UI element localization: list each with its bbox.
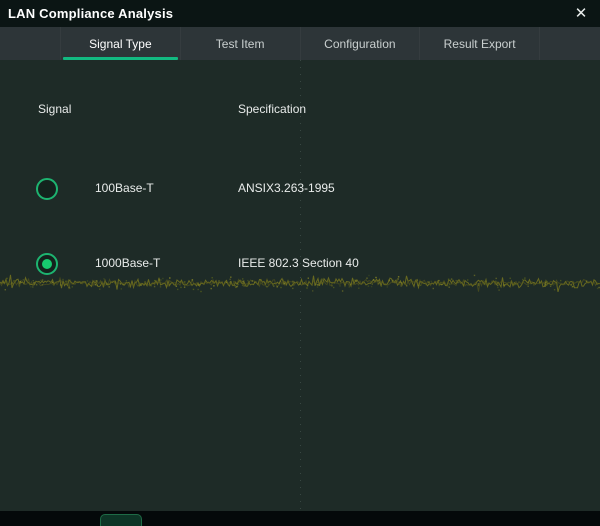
tabs-container: Signal Type Test Item Configuration Resu… — [60, 27, 540, 60]
signal-label: 100Base-T — [95, 181, 154, 195]
title-bar: LAN Compliance Analysis ✕ — [0, 0, 600, 27]
tab-signal-type[interactable]: Signal Type — [60, 27, 181, 60]
window-title: LAN Compliance Analysis — [8, 6, 173, 21]
column-header-signal: Signal — [38, 102, 71, 116]
tab-bar: Signal Type Test Item Configuration Resu… — [0, 27, 600, 60]
tab-configuration[interactable]: Configuration — [301, 27, 421, 60]
lan-compliance-dialog: LAN Compliance Analysis ✕ Signal Type Te… — [0, 0, 600, 526]
tab-signal-type-label: Signal Type — [89, 37, 152, 51]
specification-value: ANSIX3.263-1995 — [238, 181, 335, 195]
background-ui-fragment — [100, 514, 142, 526]
signal-row-100base-t[interactable]: 100Base-T ANSIX3.263-1995 — [0, 178, 600, 202]
radio-100base-t[interactable] — [36, 178, 58, 200]
specification-value: IEEE 802.3 Section 40 — [238, 256, 359, 270]
signal-row-1000base-t[interactable]: 1000Base-T IEEE 802.3 Section 40 — [0, 253, 600, 277]
tab-test-item[interactable]: Test Item — [181, 27, 301, 60]
signal-label: 1000Base-T — [95, 256, 160, 270]
radio-1000base-t[interactable] — [36, 253, 58, 275]
signal-type-panel: Signal Specification 100Base-T ANSIX3.26… — [0, 60, 600, 510]
tab-configuration-label: Configuration — [324, 37, 395, 51]
bottom-bar — [0, 511, 600, 526]
active-tab-underline — [63, 57, 178, 60]
column-header-specification: Specification — [238, 102, 306, 116]
close-icon[interactable]: ✕ — [570, 3, 592, 25]
tab-result-export-label: Result Export — [444, 37, 516, 51]
tab-test-item-label: Test Item — [216, 37, 265, 51]
tab-result-export[interactable]: Result Export — [420, 27, 540, 60]
